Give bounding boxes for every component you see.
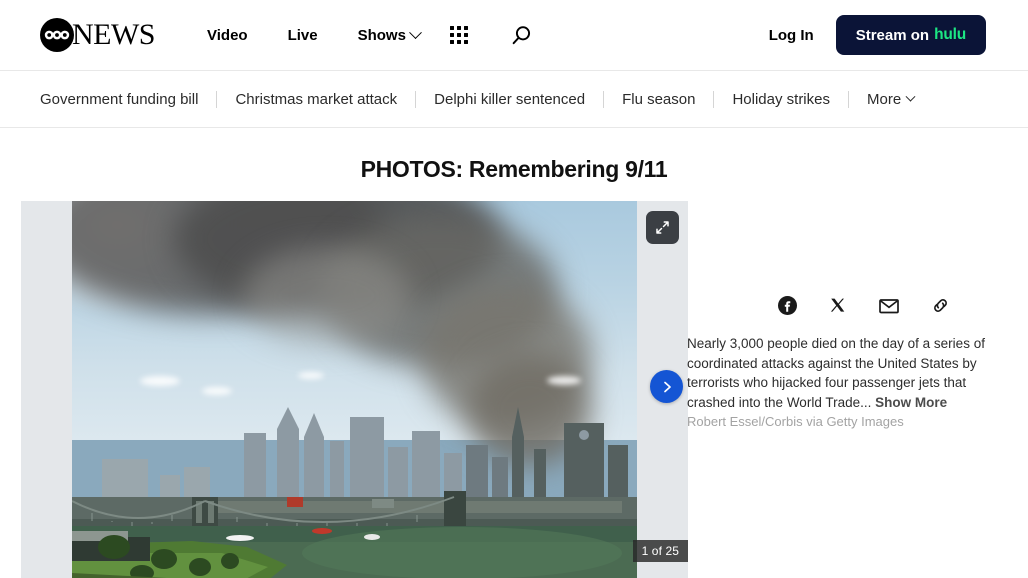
- search-icon[interactable]: [510, 24, 533, 47]
- nav-item-live[interactable]: Live: [288, 27, 318, 44]
- subnav-separator: [713, 90, 715, 108]
- photo-caption: Nearly 3,000 people died on the day of a…: [687, 315, 997, 412]
- facebook-icon[interactable]: [778, 296, 797, 315]
- photo-cloud: [546, 375, 581, 385]
- chevron-down-icon: [905, 91, 916, 102]
- gallery-counter: 1 of 25: [632, 540, 688, 562]
- header-right-actions: Log In Stream on hulu: [769, 15, 986, 55]
- photo-credit: Robert Essel/Corbis via Getty Images: [687, 414, 904, 429]
- email-icon[interactable]: [879, 298, 899, 314]
- expand-fullscreen-icon: [656, 221, 669, 234]
- stream-button-prefix: Stream on: [855, 26, 930, 44]
- gallery-side-panel: Nearly 3,000 people died on the day of a…: [667, 201, 1028, 578]
- nav-item-shows[interactable]: Shows: [357, 25, 422, 44]
- gallery-next-button[interactable]: [650, 370, 683, 403]
- photo-smoke: [241, 246, 411, 346]
- subnav-item-0[interactable]: Government funding bill: [40, 91, 198, 108]
- abc-news-logo[interactable]: NEWS: [40, 18, 156, 52]
- primary-nav: Video Live Shows: [207, 25, 422, 44]
- subnav-item-3[interactable]: Flu season: [622, 91, 695, 108]
- subnav-item-1[interactable]: Christmas market attack: [235, 91, 397, 108]
- nav-item-shows-label: Shows: [357, 26, 406, 44]
- grid-apps-icon[interactable]: [449, 26, 468, 44]
- gallery-image-stage: 1 of 25: [21, 201, 688, 578]
- photo-cloud: [298, 372, 324, 379]
- subnav-separator: [847, 90, 849, 108]
- x-twitter-icon[interactable]: [829, 297, 847, 315]
- photo-gallery: 1 of 25 Nearly 3,000 people died on the …: [0, 183, 1028, 578]
- photo-cloud: [139, 375, 180, 386]
- abc-logo-icon: [40, 18, 74, 52]
- chevron-right-icon: [663, 381, 671, 392]
- topics-subnav: Government funding bill Christmas market…: [0, 70, 1028, 128]
- gallery-photo[interactable]: [72, 201, 637, 578]
- stream-on-hulu-button[interactable]: Stream on hulu: [835, 15, 986, 55]
- expand-fullscreen-button[interactable]: [646, 211, 679, 244]
- subnav-item-4[interactable]: Holiday strikes: [732, 91, 830, 108]
- gallery-media-column: 1 of 25: [0, 201, 688, 578]
- chevron-down-icon: [409, 25, 422, 39]
- page-title: PHOTOS: Remembering 9/11: [360, 156, 668, 182]
- subnav-separator: [603, 90, 605, 108]
- subnav-item-2[interactable]: Delphi killer sentenced: [434, 91, 585, 108]
- copy-link-icon[interactable]: [931, 296, 950, 315]
- subnav-more-button[interactable]: More: [866, 90, 916, 108]
- logo-wordmark: NEWS: [72, 18, 156, 51]
- nav-item-live-label: Live: [287, 26, 318, 44]
- login-button[interactable]: Log In: [769, 27, 814, 44]
- hulu-wordmark: hulu: [934, 26, 966, 43]
- subnav-separator: [216, 90, 218, 108]
- site-header: NEWS Video Live Shows Log In Stream on h…: [0, 0, 1028, 70]
- photo-smoke: [467, 353, 592, 467]
- share-row: [687, 201, 1028, 315]
- nav-item-video[interactable]: Video: [207, 27, 248, 44]
- nav-item-video-label: Video: [207, 26, 248, 44]
- subnav-more-label: More: [866, 90, 902, 108]
- subnav-separator: [415, 90, 417, 108]
- show-more-link[interactable]: Show More: [875, 395, 947, 410]
